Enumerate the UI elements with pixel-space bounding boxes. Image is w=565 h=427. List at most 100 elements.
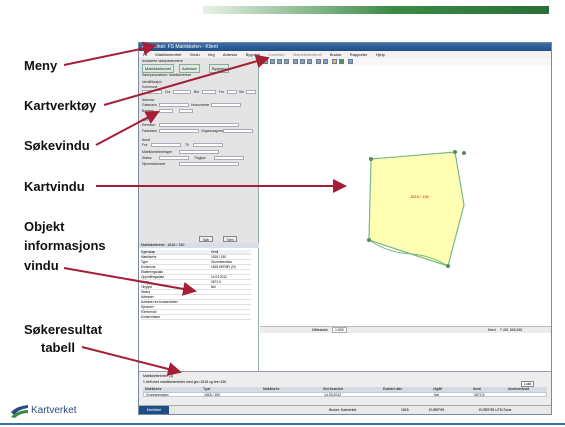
zoom-in-icon[interactable] — [263, 59, 268, 64]
results-cell: 3672.5 — [474, 393, 485, 397]
statusbar-srs: EUREF89 — [429, 408, 445, 412]
info-value: Nei — [211, 285, 216, 289]
menu-item-bygning[interactable]: Bygning — [246, 52, 260, 57]
info-key: Tinglyst — [141, 285, 152, 289]
menu-item-bruker[interactable]: Bruker — [330, 52, 342, 57]
search-label-adresse: Adresse — [142, 98, 155, 102]
info-key: Kommentarer — [141, 315, 161, 319]
menu-item-hjelp[interactable]: Hjelp — [376, 52, 385, 57]
search-button[interactable]: Søk — [199, 236, 213, 242]
parcel-vertex — [369, 157, 373, 161]
menu-item-kontroll[interactable]: Matrikkelkontroll — [293, 52, 322, 57]
type-select[interactable] — [179, 150, 219, 154]
statusbar-tab[interactable]: Matrikkel — [139, 406, 169, 414]
search-label-type: Matrikkelenhetstype — [142, 150, 173, 154]
app-statusbar: Matrikkel Bruker: Kartverket 1818 EUREF8… — [139, 405, 551, 414]
areal-til-input[interactable] — [193, 143, 223, 147]
menu-item-rapporter[interactable]: Rapporter — [350, 52, 368, 57]
info-value: Verdi — [211, 250, 219, 254]
tab-matrikkelenhet[interactable]: Matrikkelenhet — [142, 64, 175, 73]
measure-icon[interactable] — [293, 59, 298, 64]
tinglyst-select[interactable] — [214, 156, 244, 160]
results-cell: Grunneiendom — [146, 393, 169, 397]
zoom-out-icon[interactable] — [270, 59, 275, 64]
layers-icon[interactable] — [307, 59, 312, 64]
kommune-input[interactable] — [142, 90, 162, 94]
bokstav-input[interactable] — [159, 109, 173, 113]
fnr-input[interactable] — [227, 90, 237, 94]
info-key: Type — [141, 260, 148, 264]
clear-button[interactable]: Tøm — [223, 236, 237, 242]
callout-sokevindu: Søkevindu — [24, 138, 90, 153]
search-panel: Avanserte søkeparametere Matrikkelenhet … — [139, 58, 259, 243]
eiernavn-input[interactable] — [159, 123, 239, 127]
kartverket-logo-icon — [11, 405, 28, 418]
map-canvas[interactable]: 1818 / 150 — [260, 65, 551, 326]
results-subtitle: 1 treff med matrikkelenheter med gnr=181… — [143, 380, 227, 384]
info-value: Grunneiendom — [211, 260, 233, 264]
search-label-fnr: Fnr — [219, 90, 225, 94]
info-row[interactable]: Kommentarer — [141, 315, 251, 320]
menu-item-adresse[interactable]: Adresse — [223, 52, 238, 57]
search-panel-header: Avanserte søkeparametere — [142, 59, 183, 63]
back-icon[interactable] — [316, 59, 321, 64]
map-toolbar — [261, 58, 551, 65]
bnr-input[interactable] — [202, 90, 216, 94]
settings-icon[interactable] — [348, 59, 353, 64]
info-icon[interactable] — [300, 59, 305, 64]
menu-item-kodeliste[interactable]: Kodeliste — [268, 52, 284, 57]
select-icon[interactable] — [284, 59, 289, 64]
hjemmel-input[interactable] — [179, 162, 239, 166]
menu-item-matrikkelenhet[interactable]: Matrikkelenhet — [155, 52, 181, 57]
husnummer-input[interactable] — [211, 103, 241, 107]
header-accent-bar — [203, 6, 549, 14]
search-label-kommune: Kommune — [142, 85, 158, 89]
search-results-panel: Matrikkelenheter (1) 1 treff med matrikk… — [139, 371, 551, 406]
search-label-hjemmel: Hjemmelshaver — [142, 162, 166, 166]
menu-item-veg[interactable]: Veg — [208, 52, 215, 57]
menu-item-fil[interactable]: Fil — [143, 52, 147, 57]
statusbar-kommune: 1818 — [401, 408, 409, 412]
search-label-gatenavn: Gatenavn — [142, 103, 157, 107]
search-label-eier: Eier — [142, 118, 149, 122]
coord-value: 7 401 045,262 — [500, 328, 523, 332]
tab-adresse[interactable]: Adresse — [179, 64, 200, 73]
object-info-header: Matrikkelenhet : 1818 / 150 — [139, 243, 259, 248]
orgnr-input[interactable] — [223, 129, 253, 133]
info-key: Areal — [141, 280, 149, 284]
pan-icon[interactable] — [277, 59, 282, 64]
areal-fra-input[interactable] — [151, 143, 181, 147]
info-key: Hjemmel — [141, 305, 154, 309]
object-info-panel: Matrikkelenhet : 1818 / 150 Egenskap Verd… — [139, 243, 259, 371]
gnr-input[interactable] — [173, 90, 191, 94]
table-row[interactable]: Grunneiendom 1818 / 150 14.03.2012 Nei 3672.… — [143, 392, 547, 397]
callout-sokeresultat-line2: tabell — [41, 340, 75, 355]
search-label-tinglyst: Tinglyst — [194, 156, 206, 160]
callout-meny: Meny — [24, 58, 58, 73]
info-key: Eierforhold — [141, 310, 157, 314]
callout-kartvindu: Kartvindu — [24, 179, 85, 194]
scale-label: Målestokk — [312, 328, 328, 332]
statusbar-datum: EUREF89 UTM Sone — [479, 408, 512, 412]
status-select[interactable] — [159, 156, 189, 160]
results-cell: 1818 / 150 — [204, 393, 221, 397]
parcel-vertex — [446, 264, 450, 268]
tab-bygning[interactable]: Bygning — [209, 64, 230, 73]
info-key: Matrikkelnr — [141, 255, 157, 259]
coord-label: Nord — [488, 328, 496, 332]
forward-icon[interactable] — [323, 59, 328, 64]
menu-item-vindu[interactable]: Vindu — [190, 52, 200, 57]
print-icon[interactable] — [332, 59, 337, 64]
snr-input[interactable] — [246, 90, 256, 94]
gatenavn-input[interactable] — [159, 103, 189, 107]
search-label-status: Status — [142, 156, 152, 160]
search-label-fodselsnr: Fødselsnr — [142, 129, 158, 133]
results-title: Matrikkelenheter (1) — [143, 374, 174, 378]
scale-input[interactable]: 1:500 — [332, 327, 347, 333]
callout-kartverktoy: Kartverktøy — [24, 98, 97, 113]
results-cell: Nei — [434, 393, 440, 397]
bokstav-extra-input[interactable] — [179, 109, 193, 113]
search-label-bnr: Bnr — [194, 90, 200, 94]
fodselsnr-input[interactable] — [159, 129, 199, 133]
export-icon[interactable] — [339, 59, 344, 64]
